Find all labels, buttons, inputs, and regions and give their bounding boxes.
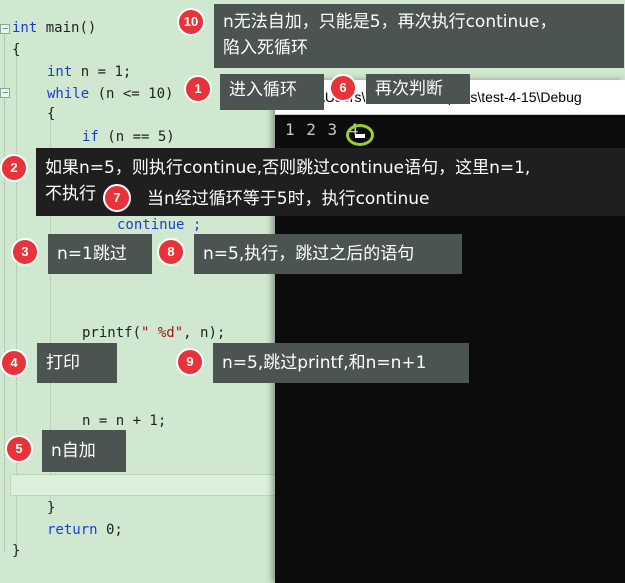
code-line-2: { xyxy=(12,42,21,58)
code-text: 0; xyxy=(97,522,123,538)
keyword: if xyxy=(82,129,99,145)
code-line-1: int main() xyxy=(12,20,96,36)
step-badge-5: 5 xyxy=(5,435,33,463)
fold-guide xyxy=(4,32,5,552)
annotation-5: n自加 xyxy=(42,430,126,472)
step-badge-8: 8 xyxy=(157,238,185,266)
code-text: (n <= 10) xyxy=(89,86,174,102)
cursor-highlight-ring xyxy=(346,124,374,146)
current-line-highlight xyxy=(10,474,277,496)
step-badge-10: 10 xyxy=(177,8,205,36)
annotation-4: 打印 xyxy=(37,343,117,383)
annotation-8: n=5,执行，跳过之后的语句 xyxy=(194,234,462,274)
code-line-7: continue ; xyxy=(117,217,202,233)
code-line-5: { xyxy=(47,106,56,122)
code-line-4: while (n <= 10) xyxy=(47,86,173,102)
indent-guide xyxy=(16,48,17,548)
code-line-11: return 0; xyxy=(47,522,123,538)
fold-toggle-main[interactable]: − xyxy=(0,24,10,34)
annotation-10-line2: 陷入死循环 xyxy=(223,38,308,58)
annotation-1: 进入循环 xyxy=(220,74,324,110)
fold-toggle-while[interactable]: − xyxy=(0,88,10,98)
code-text: (n == 5) xyxy=(98,129,175,145)
annotation-3: n=1跳过 xyxy=(48,234,152,274)
code-line-9: n = n + 1; xyxy=(82,413,167,429)
code-text: , n); xyxy=(183,325,226,341)
annotation-7: 当n经过循环等于5时，执行continue xyxy=(138,183,488,215)
code-line-12: } xyxy=(12,543,21,559)
keyword: int xyxy=(12,20,38,36)
keyword: while xyxy=(47,86,90,102)
step-badge-2: 2 xyxy=(0,154,28,182)
code-line-8: printf(" %d", n); xyxy=(82,325,225,341)
code-text: printf( xyxy=(82,325,142,341)
code-text: n = 1; xyxy=(72,64,132,80)
step-badge-7: 7 xyxy=(103,184,131,212)
string-literal: " %d" xyxy=(141,325,184,341)
code-line-6: if (n == 5) xyxy=(82,129,175,145)
code-line-10: } xyxy=(47,500,56,516)
annotation-9: n=5,跳过printf,和n=n+1 xyxy=(213,343,469,383)
step-badge-3: 3 xyxy=(11,238,39,266)
annotation-10-line1: n无法自加，只能是5，再次执行continue， xyxy=(223,12,557,32)
annotation-10: n无法自加，只能是5，再次执行continue， 陷入死循环 xyxy=(214,4,624,68)
annotation-2-line1: 如果n=5，则执行continue,否则跳过continue语句，这里n=1, xyxy=(45,158,531,178)
code-line-3: int n = 1; xyxy=(47,64,131,80)
code-text: main() xyxy=(37,20,97,36)
keyword: return xyxy=(47,522,98,538)
step-badge-6: 6 xyxy=(329,74,357,102)
annotation-6: 再次判断 xyxy=(366,74,470,104)
step-badge-9: 9 xyxy=(176,348,204,376)
keyword: int xyxy=(47,64,73,80)
step-badge-4: 4 xyxy=(0,349,28,377)
step-badge-1: 1 xyxy=(184,75,212,103)
